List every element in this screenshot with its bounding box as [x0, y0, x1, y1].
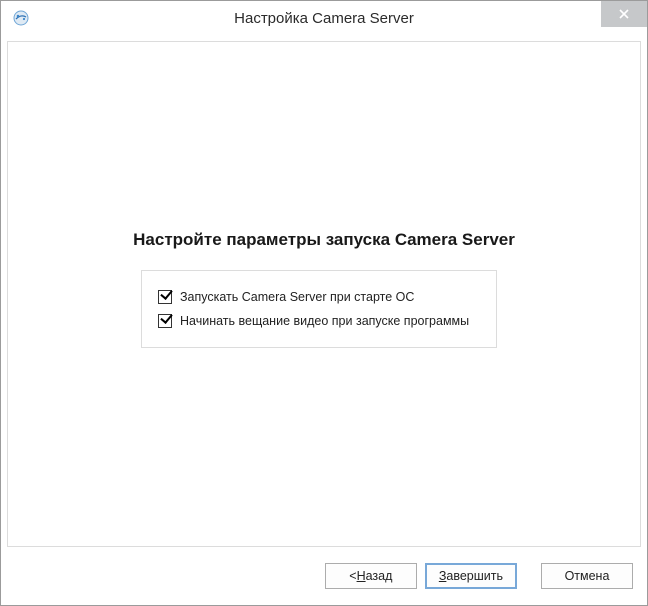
- back-button[interactable]: < Назад: [325, 563, 417, 589]
- app-icon: [13, 10, 29, 26]
- options-panel: Запускать Camera Server при старте ОС На…: [141, 270, 497, 348]
- titlebar: Настройка Camera Server: [1, 1, 647, 35]
- wizard-window: Настройка Camera Server Настройте параме…: [0, 0, 648, 606]
- option-start-broadcast[interactable]: Начинать вещание видео при запуске прогр…: [158, 309, 480, 333]
- content-area: Настройте параметры запуска Camera Serve…: [7, 41, 641, 547]
- option-label: Запускать Camera Server при старте ОС: [180, 290, 414, 304]
- cancel-button[interactable]: Отмена: [541, 563, 633, 589]
- wizard-footer: < Назад Завершить Отмена: [1, 553, 647, 605]
- finish-button[interactable]: Завершить: [425, 563, 517, 589]
- option-start-with-os[interactable]: Запускать Camera Server при старте ОС: [158, 285, 480, 309]
- close-button[interactable]: [601, 1, 647, 27]
- option-label: Начинать вещание видео при запуске прогр…: [180, 314, 469, 328]
- cancel-label: Отмена: [565, 569, 610, 583]
- back-accel: Н: [357, 569, 366, 583]
- page-heading: Настройте параметры запуска Camera Serve…: [8, 230, 640, 250]
- window-title: Настройка Camera Server: [1, 10, 647, 27]
- back-rest: азад: [366, 569, 393, 583]
- back-prefix: <: [349, 569, 356, 583]
- finish-accel: З: [439, 569, 447, 583]
- checkbox-start-broadcast[interactable]: [158, 314, 172, 328]
- close-icon: [619, 9, 629, 19]
- finish-rest: авершить: [446, 569, 503, 583]
- checkbox-start-with-os[interactable]: [158, 290, 172, 304]
